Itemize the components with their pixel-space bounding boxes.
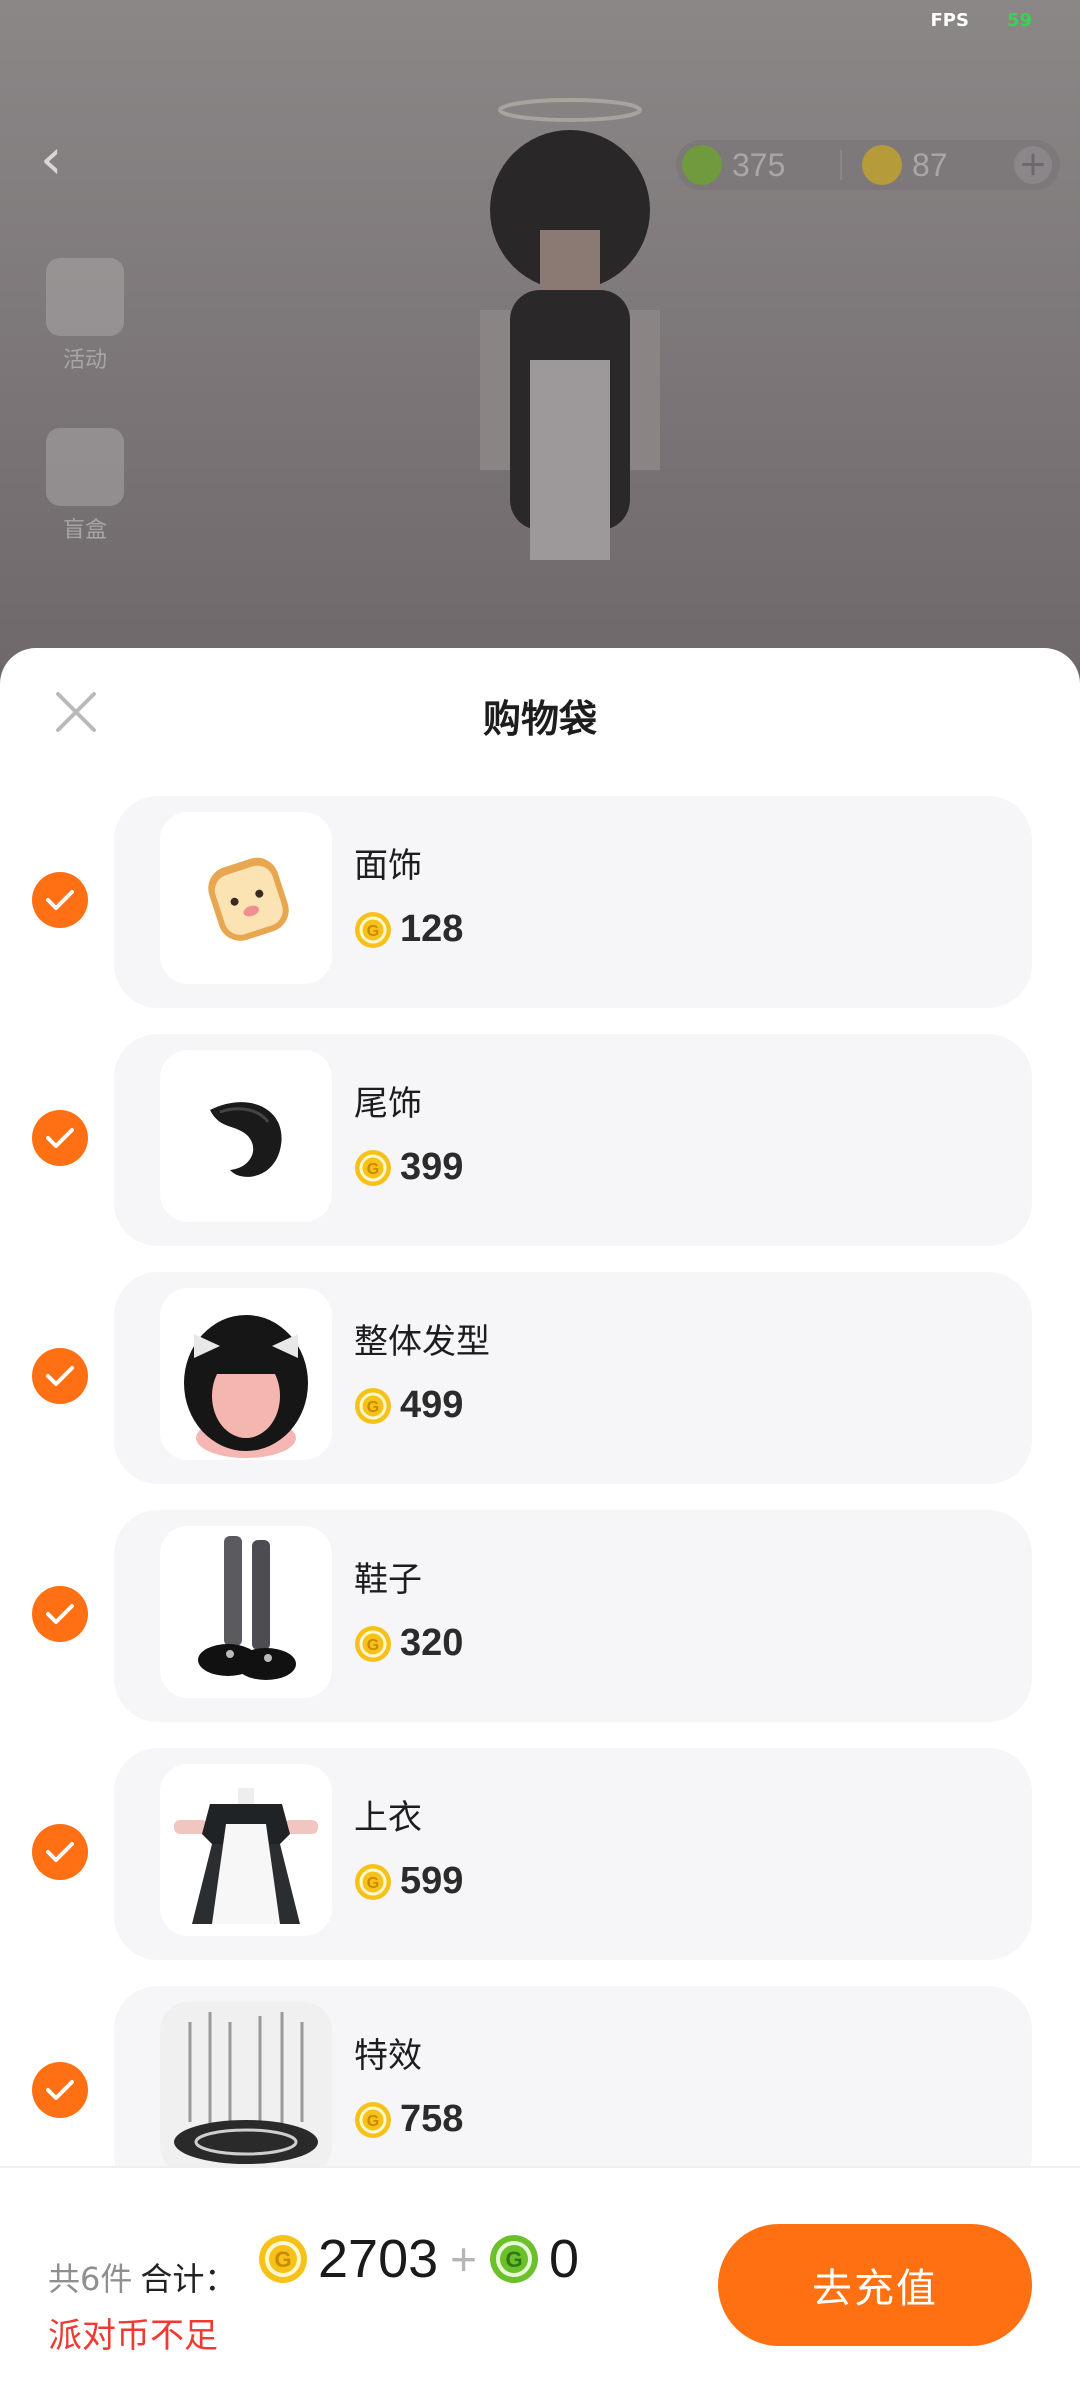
item-name: 面饰 [354,846,422,886]
maid-top-icon [174,1788,318,1924]
item-price: G 599 [354,1860,463,1903]
hairstyle-icon [184,1315,308,1458]
coin-icon: G [355,911,391,948]
cart-item[interactable]: 尾饰 G 399 [0,1034,1080,1272]
checkmark-icon [46,1604,74,1624]
svg-text:G: G [367,923,379,940]
yellow-currency: 87 [862,140,948,190]
checkmark-icon [46,1128,74,1148]
coin-icon: G [355,1625,391,1662]
item-checkbox[interactable] [32,1110,88,1166]
item-price: G 758 [354,2098,463,2141]
item-checkbox[interactable] [32,1348,88,1404]
green-coin-icon [682,145,722,185]
party-coin-icon: G [490,2235,539,2283]
checkmark-icon [46,1842,74,1862]
item-name: 整体发型 [354,1322,490,1362]
add-currency-button[interactable]: + [1014,146,1052,184]
coin-icon: G [355,2101,391,2138]
svg-text:G: G [274,2247,291,2272]
effect-icon [160,2002,332,2174]
recharge-button[interactable]: 去充值 [718,2224,1032,2346]
item-checkbox[interactable] [32,2062,88,2118]
item-count: 共6件 合计： [48,2260,237,2298]
item-checkbox[interactable] [32,1586,88,1642]
svg-text:G: G [367,2113,379,2130]
total-amount: G 2703 + G 0 [258,2228,579,2290]
item-thumbnail [160,2002,332,2174]
item-thumbnail [160,1288,332,1460]
cart-item[interactable]: 上衣 G 599 [0,1748,1080,1986]
yellow-coin-icon [862,145,902,185]
activity-button[interactable]: 活动 [40,258,130,374]
checkout-bar: 共6件 合计： G 2703 + G 0 派对币不足 去充值 [0,2166,1080,2402]
insufficient-balance-warning: 派对币不足 [48,2316,218,2356]
svg-text:G: G [367,1637,379,1654]
item-card[interactable]: 整体发型 G 499 [114,1272,1032,1484]
black-tail-icon [210,1102,282,1177]
item-name: 特效 [354,2036,422,2076]
svg-text:G: G [367,1875,379,1892]
svg-text:G: G [367,1161,379,1178]
toast-face-icon [208,857,289,941]
coin-icon: G [355,1149,391,1186]
coin-icon: G [355,1863,391,1900]
shopping-bag-sheet: 购物袋 面饰 G 128 尾饰 G 399 整体发型 G 499 鞋子 G 32… [0,648,1080,2400]
item-name: 鞋子 [354,1560,422,1600]
item-price: G 320 [354,1622,463,1665]
item-card[interactable]: 鞋子 G 320 [114,1510,1032,1722]
shoes-icon [198,1536,296,1680]
total-party-coins: 0 [549,2229,580,2289]
green-currency: 375 [682,140,785,190]
item-price: G 499 [354,1384,463,1427]
item-card[interactable]: 面饰 G 128 [114,796,1032,1008]
cart-item[interactable]: 面饰 G 128 [0,796,1080,1034]
cart-item[interactable]: 整体发型 G 499 [0,1272,1080,1510]
coin-icon: G [355,1387,391,1424]
item-price: G 399 [354,1146,463,1189]
item-thumbnail [160,812,332,984]
item-price: G 128 [354,908,463,951]
item-card[interactable]: 尾饰 G 399 [114,1034,1032,1246]
gift-box-icon [46,428,124,506]
svg-text:G: G [367,1399,379,1416]
back-arrow-icon[interactable]: ‹ [40,130,80,190]
checkmark-icon [46,1366,74,1386]
currency-bar: 375 87 + [676,140,1060,190]
checkmark-icon [46,890,74,910]
sheet-header: 购物袋 [0,648,1080,778]
avatar-scene: FPS 59 ‹ 375 87 + 活动 盲盒 [0,0,1080,680]
fps-counter: FPS 59 [930,10,1032,31]
avatar-illustration [480,98,660,560]
cart-item[interactable]: 鞋子 G 320 [0,1510,1080,1748]
sheet-title: 购物袋 [482,697,597,741]
checkmark-icon [46,2080,74,2100]
blind-box-button[interactable]: 盲盒 [40,428,130,544]
svg-text:G: G [505,2247,522,2272]
cart-list: 面饰 G 128 尾饰 G 399 整体发型 G 499 鞋子 G 320 上衣… [0,796,1080,2224]
total-coins: 2703 [318,2229,439,2289]
item-checkbox[interactable] [32,872,88,928]
balloon-icon [46,258,124,336]
item-name: 上衣 [354,1798,422,1838]
item-checkbox[interactable] [32,1824,88,1880]
coin-icon: G [259,2235,307,2283]
item-card[interactable]: 上衣 G 599 [114,1748,1032,1960]
item-thumbnail [160,1764,332,1936]
item-thumbnail [160,1526,332,1698]
divider [840,150,842,180]
item-name: 尾饰 [354,1084,422,1124]
item-thumbnail [160,1050,332,1222]
